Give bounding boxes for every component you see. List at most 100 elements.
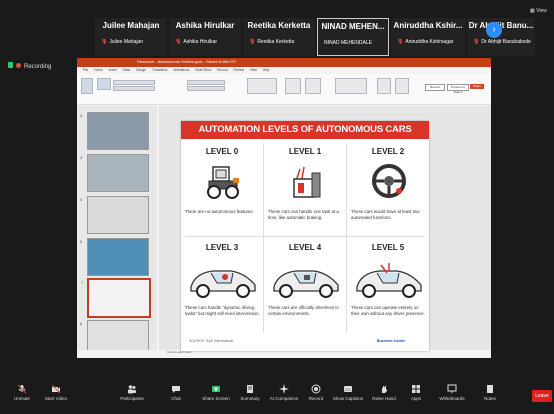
- chat-icon: [172, 386, 180, 393]
- participant-subname: NINAD MEHENDALE: [324, 40, 373, 46]
- level-label: LEVEL 5: [371, 243, 405, 252]
- tab-review[interactable]: Review: [234, 68, 244, 72]
- participant-tile[interactable]: Aniruddha Kshir... 🎙 Aniruddha Kshirsagar: [391, 18, 465, 56]
- record-button[interactable]: Record: [425, 84, 445, 91]
- slide-thumbnail[interactable]: 3: [80, 112, 149, 150]
- slide-thumbnail[interactable]: 5: [80, 196, 149, 234]
- participants-button[interactable]: Participants: [112, 380, 152, 401]
- participant-subname: 🎙 Juilee Mahajan: [101, 39, 143, 45]
- slide-thumbnail[interactable]: 4: [80, 154, 149, 192]
- view-button[interactable]: ▦ View: [530, 8, 547, 14]
- business-insider-logo: Business Insider: [377, 339, 406, 343]
- dictate-icon[interactable]: [377, 78, 391, 94]
- level-label: LEVEL 1: [288, 147, 322, 156]
- shapes-gallery[interactable]: [247, 78, 277, 94]
- tab-file[interactable]: File: [83, 68, 88, 72]
- participant-tile[interactable]: Dr Abhijit Banu... 🎙Dr Abhijit Banubakod…: [467, 18, 535, 56]
- participant-name: Ashika Hirulkar: [175, 21, 235, 30]
- record-icon: [311, 384, 321, 394]
- level-1-card: LEVEL 1 These cars can handle one task a…: [264, 141, 346, 233]
- mic-muted-icon: 🎙: [175, 39, 182, 45]
- tab-view[interactable]: View: [250, 68, 257, 72]
- participant-subname: 🎙 Dr Abhijit Banubakode: [473, 39, 531, 45]
- participant-strip: Juilee Mahajan 🎙 Juilee Mahajan Ashika Hi…: [95, 18, 535, 56]
- tab-help[interactable]: Help: [263, 68, 270, 72]
- participant-name: Juilee Mahajan: [102, 21, 160, 30]
- participant-tile[interactable]: Juilee Mahajan 🎙 Juilee Mahajan: [95, 18, 167, 56]
- level-3-card: LEVEL 3 These cars handle "dynamic drivi…: [181, 237, 263, 329]
- designer-icon[interactable]: [395, 78, 409, 94]
- raise-hand-icon: [382, 386, 387, 393]
- slide-header-bar: AUTOMATION LEVELS OF AUTONOMOUS CARS: [181, 121, 429, 139]
- whiteboards-button[interactable]: Whiteboards: [432, 380, 472, 401]
- share-button[interactable]: Share: [470, 84, 484, 89]
- level-label: LEVEL 4: [288, 243, 322, 252]
- participant-name: Reetika Kerketta: [247, 21, 311, 30]
- slide-thumbnail-selected[interactable]: 7: [81, 278, 151, 318]
- participant-tile[interactable]: Ashika Hirulkar 🎙 Ashika Hirulkar: [169, 18, 241, 56]
- start-video-button[interactable]: Start Video: [36, 380, 76, 401]
- level-label: LEVEL 2: [371, 147, 405, 156]
- tab-transitions[interactable]: Transitions: [152, 68, 167, 72]
- summary-icon: [247, 385, 253, 393]
- level-description: These cars can handle one task at a time…: [268, 209, 339, 220]
- ppt-title: Research - Autonomous Vehicle.pptx - Sav…: [137, 59, 236, 64]
- notes-button[interactable]: Notes: [470, 380, 510, 401]
- participant-name: NINAD MEHEN...: [321, 22, 385, 31]
- ai-companion-icon: [279, 384, 289, 394]
- tab-animations[interactable]: Animations: [174, 68, 190, 72]
- microphone-muted-icon: [17, 384, 27, 394]
- new-slide-icon[interactable]: [97, 78, 111, 90]
- arrange-icon[interactable]: [285, 78, 301, 94]
- record-dot-icon: [16, 63, 21, 68]
- ribbon: Record Present in Teams Share: [77, 74, 491, 105]
- current-slide: AUTOMATION LEVELS OF AUTONOMOUS CARS LEV…: [181, 121, 429, 351]
- alignment-controls[interactable]: [187, 86, 225, 91]
- autonomous-car-icon: [356, 263, 422, 298]
- apps-button[interactable]: Apps: [396, 380, 436, 401]
- participant-tile-active[interactable]: NINAD MEHEN... NINAD MEHENDALE: [317, 18, 389, 56]
- car-driver-icon: [190, 270, 256, 298]
- level-5-card: LEVEL 5 These cars can operate entirely …: [347, 237, 429, 329]
- slide-source: SOURCE: SAE International: [189, 339, 234, 343]
- brake-pedal-icon: [293, 166, 321, 198]
- recording-label: Recording: [24, 64, 52, 70]
- leave-button[interactable]: Leave: [532, 390, 552, 402]
- tab-draw[interactable]: Draw: [123, 68, 130, 72]
- svg-text:CC: CC: [345, 387, 351, 392]
- font-controls[interactable]: [113, 80, 155, 85]
- level-description: These cars handle "dynamic driving tasks…: [185, 305, 260, 316]
- chat-button[interactable]: Chat: [156, 380, 196, 401]
- recording-indicator[interactable]: Recording: [8, 62, 51, 70]
- driverless-car-icon: [273, 270, 339, 298]
- captions-icon: CC: [344, 386, 352, 392]
- level-description: These cars can operate entirely on their…: [351, 305, 425, 316]
- present-in-teams-button[interactable]: Present in Teams: [447, 84, 469, 94]
- tab-slideshow[interactable]: Slide Show: [195, 68, 211, 72]
- tab-insert[interactable]: Insert: [109, 68, 117, 72]
- font-format-controls[interactable]: [113, 86, 155, 91]
- slide-thumbnail[interactable]: 6: [80, 238, 149, 276]
- participant-tile[interactable]: Reetika Kerketta 🎙 Reetika Kerketta: [243, 18, 315, 56]
- level-4-card: LEVEL 4 These cars are officially driver…: [264, 237, 346, 329]
- level-2-card: LEVEL 2 These cars would have at least t…: [347, 141, 429, 233]
- participant-name: Aniruddha Kshir...: [393, 21, 463, 30]
- paste-icon[interactable]: [81, 78, 93, 94]
- meeting-toolbar: Unmute Start Video Participants Chat Sha…: [0, 380, 554, 414]
- tab-design[interactable]: Design: [136, 68, 146, 72]
- steering-wheel-icon: [372, 164, 406, 198]
- vintage-car-icon: [207, 166, 239, 199]
- tab-home[interactable]: Home: [94, 68, 103, 72]
- editing-group[interactable]: [335, 78, 367, 94]
- participant-subname: 🎙 Aniruddha Kshirsagar: [397, 39, 454, 45]
- quick-styles-icon[interactable]: [305, 78, 321, 94]
- mic-muted-icon: 🎙: [101, 39, 108, 45]
- status-bar: Click to add notes: [77, 350, 491, 358]
- apps-icon: [412, 385, 420, 393]
- paragraph-controls[interactable]: [187, 80, 225, 85]
- tab-record[interactable]: Record: [217, 68, 227, 72]
- shield-icon: [8, 62, 13, 68]
- level-label: LEVEL 3: [205, 243, 239, 252]
- chevron-right-icon[interactable]: ›: [486, 22, 502, 38]
- show-captions-button[interactable]: CC Show Captions: [328, 380, 368, 401]
